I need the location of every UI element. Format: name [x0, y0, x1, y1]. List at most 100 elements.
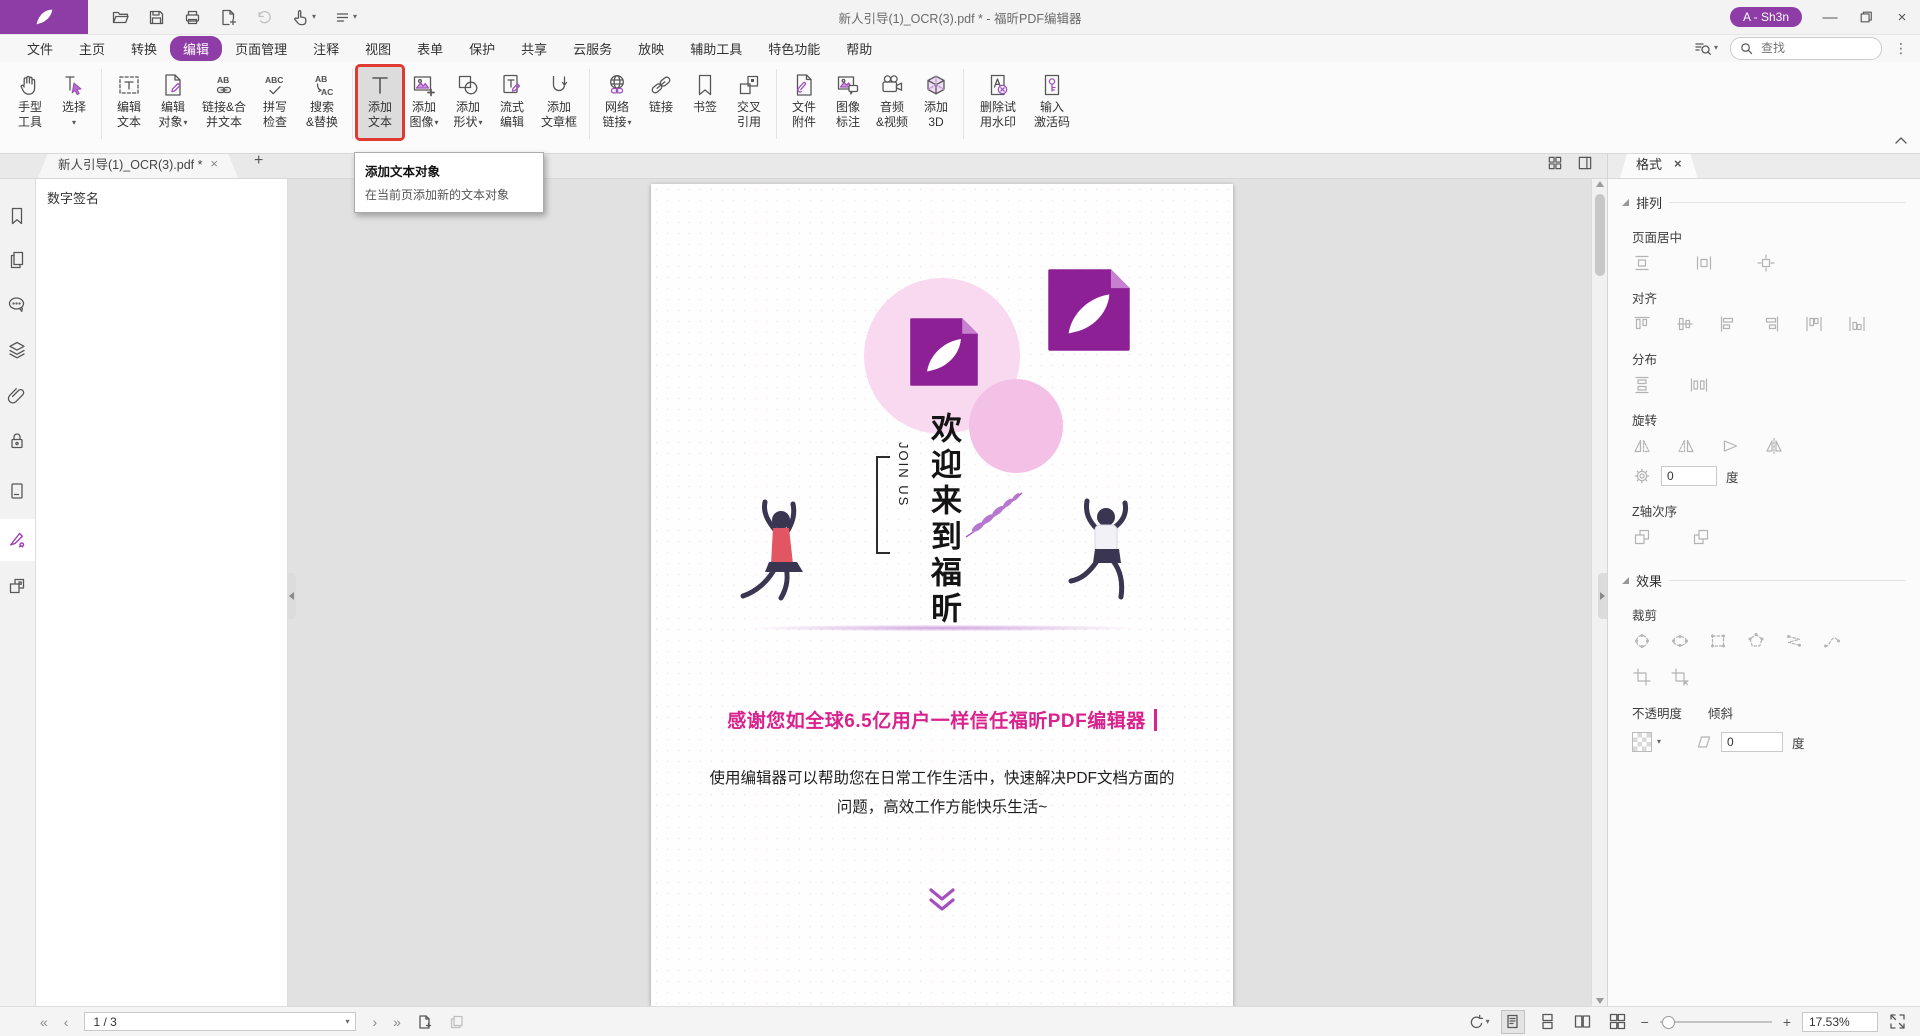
continuous-facing-view-button[interactable]: [1606, 1010, 1630, 1034]
ribbon-button-file-attachment[interactable]: 文件 附件: [782, 67, 826, 138]
minimize-button[interactable]: —: [1812, 0, 1848, 34]
scroll-down-icon[interactable]: [1596, 998, 1604, 1004]
comments-panel-icon[interactable]: [7, 295, 27, 315]
rotate-view-button[interactable]: ▾: [1467, 1014, 1490, 1030]
menu-tab-share[interactable]: 共享: [508, 36, 560, 61]
search-box[interactable]: [1730, 37, 1882, 60]
skew-degrees-input[interactable]: [1721, 732, 1783, 752]
align-left-button[interactable]: [1718, 314, 1738, 334]
bring-forward-button[interactable]: [1632, 527, 1652, 547]
zoom-in-button[interactable]: +: [1783, 1014, 1791, 1030]
duplicate-page-button[interactable]: [449, 1014, 465, 1030]
distribute-horizontally-button[interactable]: [1689, 375, 1709, 395]
restore-button[interactable]: [1848, 0, 1884, 34]
collapse-left-panel-handle[interactable]: [287, 573, 296, 619]
layers-panel-icon[interactable]: [7, 340, 27, 360]
close-window-button[interactable]: ×: [1884, 0, 1920, 34]
crop-ellipse-button[interactable]: [1670, 631, 1690, 651]
ribbon-button-bookmark[interactable]: 书签: [683, 67, 727, 138]
last-page-button[interactable]: »: [393, 1014, 401, 1030]
crop-polyline-button[interactable]: [1784, 631, 1804, 651]
zoom-level-input[interactable]: [1802, 1012, 1878, 1032]
ribbon-button-enter-activation-code[interactable]: 输入 激活码: [1027, 67, 1077, 138]
menu-tab-help[interactable]: 帮助: [833, 36, 885, 61]
ribbon-button-add-article-box[interactable]: 添加 文章框: [534, 67, 584, 138]
search-input[interactable]: [1759, 40, 1855, 56]
ribbon-button-audio-video[interactable]: 音频 &视频: [870, 67, 914, 138]
destinations-panel-icon[interactable]: [7, 576, 27, 596]
scroll-up-icon[interactable]: [1596, 181, 1604, 187]
crop-circle-button[interactable]: [1632, 631, 1652, 651]
distribute-vertically-button[interactable]: [1632, 375, 1652, 395]
digital-signatures-panel-icon[interactable]: [7, 529, 27, 549]
crop-polygon-button[interactable]: [1746, 631, 1766, 651]
grid-view-icon[interactable]: [1547, 155, 1563, 171]
open-file-button[interactable]: [112, 9, 129, 26]
collapse-right-panel-handle[interactable]: [1598, 573, 1607, 619]
facing-view-button[interactable]: [1571, 1010, 1595, 1034]
crop-rectangle-button[interactable]: [1708, 631, 1728, 651]
crop-tool-button[interactable]: [1632, 667, 1652, 687]
scrollbar-thumb[interactable]: [1595, 194, 1605, 276]
menu-tab-comment[interactable]: 注释: [300, 36, 352, 61]
print-button[interactable]: [184, 9, 201, 26]
ribbon-button-add-shape[interactable]: 添加 形状▾: [446, 67, 490, 138]
ribbon-button-link-merge-text[interactable]: AB 链接&合 并文本: [195, 67, 253, 138]
opacity-dropdown[interactable]: ▾: [1632, 732, 1661, 752]
ribbon-button-web-link[interactable]: 网络 链接▾: [595, 67, 639, 138]
flip-right-button[interactable]: [1676, 436, 1696, 456]
continuous-view-button[interactable]: [1536, 1010, 1560, 1034]
hand-tool-quick-button[interactable]: ▾: [292, 9, 316, 26]
menu-tab-home[interactable]: 主页: [66, 36, 118, 61]
next-page-button[interactable]: ›: [372, 1014, 377, 1030]
single-page-view-button[interactable]: [1501, 1010, 1525, 1034]
mirror-button[interactable]: [1764, 436, 1784, 456]
page-number-box[interactable]: 1 / 3 ▾: [84, 1012, 356, 1031]
zoom-slider-thumb[interactable]: [1662, 1016, 1675, 1029]
menu-tab-convert[interactable]: 转换: [118, 36, 170, 61]
first-page-button[interactable]: «: [40, 1014, 48, 1030]
center-both-button[interactable]: [1756, 253, 1776, 273]
close-format-panel-icon[interactable]: ×: [1674, 156, 1682, 171]
pages-panel-icon[interactable]: [7, 250, 27, 270]
ribbon-button-spell-check[interactable]: ABC 拼写 检查: [253, 67, 297, 138]
attachments-panel-icon[interactable]: [7, 386, 27, 406]
align-center-vertical-button[interactable]: [1847, 314, 1867, 334]
send-backward-button[interactable]: [1691, 527, 1711, 547]
collapse-ribbon-button[interactable]: [1894, 136, 1908, 145]
menu-tab-view[interactable]: 视图: [352, 36, 404, 61]
effects-section-header[interactable]: 效果: [1622, 571, 1906, 590]
fit-screen-button[interactable]: [1889, 1013, 1906, 1030]
menu-tab-accessibility[interactable]: 辅助工具: [677, 36, 755, 61]
more-options-button[interactable]: ⋮: [1894, 40, 1908, 57]
ribbon-button-add-3d[interactable]: 添加 3D: [914, 67, 958, 138]
reading-layout-icon[interactable]: [1577, 155, 1593, 171]
rotation-degrees-input[interactable]: [1661, 466, 1717, 486]
fields-panel-icon[interactable]: [7, 481, 27, 501]
ribbon-button-add-text[interactable]: 添加 文本: [358, 67, 402, 138]
account-badge[interactable]: A - Sh3n: [1730, 7, 1802, 27]
ribbon-button-link[interactable]: 链接: [639, 67, 683, 138]
customize-toolbar-button[interactable]: ▾: [335, 10, 357, 25]
ribbon-button-image-annotation[interactable]: 图像 标注: [826, 67, 870, 138]
menu-tab-features[interactable]: 特色功能: [755, 36, 833, 61]
close-tab-icon[interactable]: ×: [210, 156, 218, 171]
rotate-button[interactable]: [1720, 436, 1740, 456]
ribbon-button-search-replace[interactable]: ABAC 搜索 &替换: [297, 67, 347, 138]
ribbon-button-add-image[interactable]: 添加 图像▾: [402, 67, 446, 138]
ribbon-button-edit-text[interactable]: 编辑 文本: [107, 67, 151, 138]
undo-button[interactable]: [256, 9, 273, 26]
menu-tab-protect[interactable]: 保护: [456, 36, 508, 61]
bookmarks-panel-icon[interactable]: [7, 206, 27, 226]
ribbon-button-cross-reference[interactable]: 交叉 引用: [727, 67, 771, 138]
ribbon-button-remove-trial-watermark[interactable]: 删除试 用水印: [969, 67, 1027, 138]
ribbon-button-hand-tool[interactable]: 手型 工具: [8, 67, 52, 138]
security-panel-icon[interactable]: [7, 431, 27, 451]
ribbon-button-select[interactable]: 选择 ▾: [52, 67, 96, 138]
align-middle-button[interactable]: [1675, 314, 1695, 334]
align-top-button[interactable]: [1632, 314, 1652, 334]
menu-tab-page-manage[interactable]: 页面管理: [222, 36, 300, 61]
center-horizontally-button[interactable]: [1632, 253, 1652, 273]
menu-tab-present[interactable]: 放映: [625, 36, 677, 61]
ribbon-button-reflow-edit[interactable]: 流式 编辑: [490, 67, 534, 138]
